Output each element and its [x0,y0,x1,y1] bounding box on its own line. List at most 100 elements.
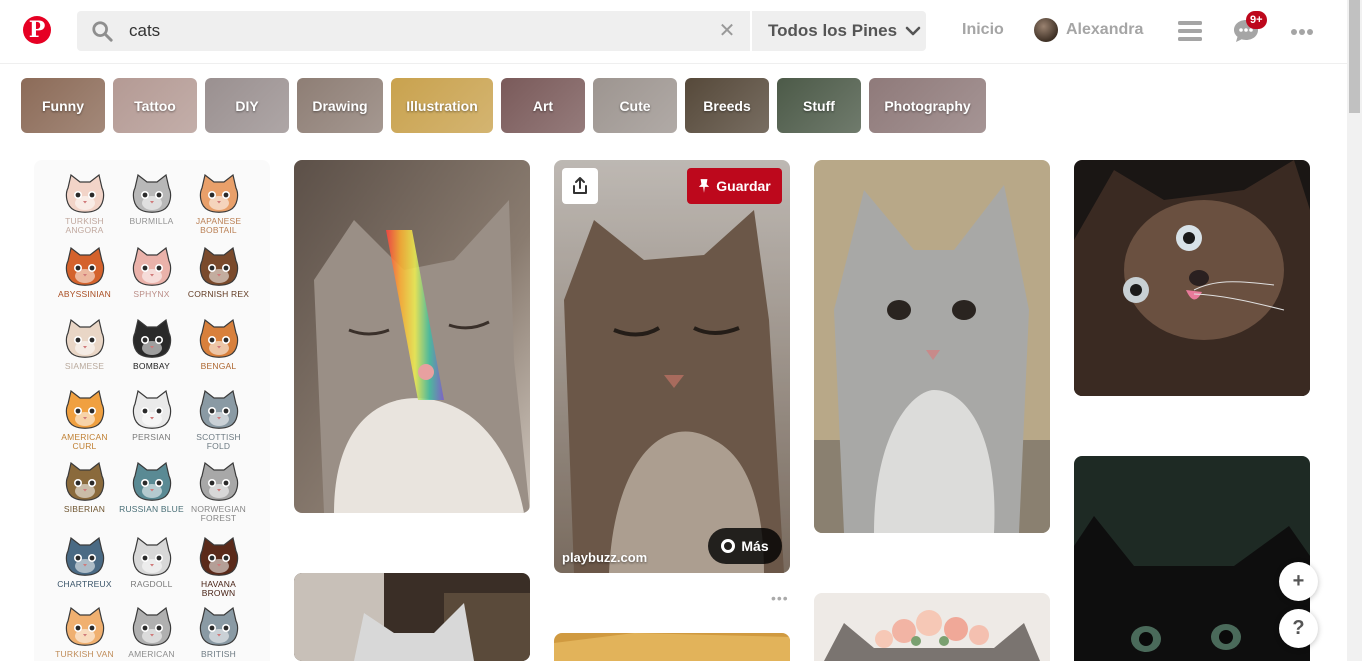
breed-item: Persian [118,390,185,442]
guide-drawing[interactable]: Drawing [297,78,383,133]
cat-photo [1074,456,1310,661]
more-options-icon[interactable] [1290,28,1314,36]
pin-rainbow-cat[interactable] [294,160,530,513]
breed-name: Abyssinian [57,289,112,299]
breed-item: Turkish Angora [51,174,118,235]
breed-name: Scottish Fold [196,432,241,451]
breed-name: Japanese Bobtail [195,216,242,235]
breed-name: Siamese [64,361,105,371]
guide-stuff[interactable]: Stuff [777,78,861,133]
pin-kitten-shelf[interactable] [294,573,530,661]
guide-breeds[interactable]: Breeds [685,78,769,133]
menu-icon[interactable] [1178,20,1202,42]
cat-face-icon [65,462,104,501]
search-scope-dropdown[interactable]: Todos los Pines [768,11,921,51]
breed-name: British [201,649,236,659]
cat-face-icon [199,537,238,576]
breed-item: Bombay [118,319,185,371]
breed-name: Burmilla [129,216,174,226]
breed-item: Havana Brown [185,537,252,598]
pin-tabby-cat[interactable]: Guardar playbuzz.com Más [554,160,790,573]
chevron-down-icon [905,26,921,36]
breed-name: Siberian [63,504,106,514]
guide-diy[interactable]: DIY [205,78,289,133]
cat-face-icon [65,537,104,576]
breed-name: Turkish Van [55,649,114,659]
breed-name: Russian Blue [119,504,184,514]
guide-photography[interactable]: Photography [869,78,986,133]
cat-face-icon [199,174,238,213]
top-navigation-bar: P ✕ Todos los Pines Inicio Alexandra 9+ [0,0,1347,64]
pin-flower-crown-cat[interactable] [814,593,1050,661]
search-scope-label: Todos los Pines [768,21,898,40]
cat-face-icon [199,462,238,501]
search-bar[interactable]: ✕ Todos los Pines [77,11,926,51]
breed-name: Norwegian Forest [190,504,246,523]
cat-photo [554,160,790,573]
avatar [1034,18,1058,42]
breed-item: Cornish Rex [185,247,252,299]
clear-search-icon[interactable]: ✕ [717,21,737,41]
breed-name: Havana Brown [201,579,236,598]
breed-item: Siamese [51,319,118,371]
cat-face-icon [65,247,104,286]
more-button-label: Más [741,538,769,554]
guide-tattoo[interactable]: Tattoo [113,78,197,133]
breed-name: Bengal [200,361,237,371]
pin-grey-kitten[interactable] [814,160,1050,533]
breed-item: Russian Blue [118,462,185,514]
cat-face-icon [65,319,104,358]
breed-item: British [185,607,252,659]
guide-cute[interactable]: Cute [593,78,677,133]
share-button[interactable] [562,168,598,204]
breed-item: Abyssinian [51,247,118,299]
breed-name: Turkish Angora [65,216,104,235]
cat-face-icon [199,390,238,429]
user-name: Alexandra [1066,21,1144,38]
breed-item: Japanese Bobtail [185,174,252,235]
cat-face-icon [132,247,171,286]
pin-cat-breeds-chart[interactable]: Turkish Angora Burmilla Japanese Bobtail… [34,160,270,661]
guide-funny[interactable]: Funny [21,78,105,133]
breed-name: Sphynx [133,289,170,299]
more-button[interactable]: Más [708,528,782,564]
breed-name: Bombay [133,361,170,371]
cat-photo [294,160,530,513]
guide-illustration[interactable]: Illustration [391,78,493,133]
pin-black-cat[interactable] [1074,456,1310,661]
search-icon [92,21,113,42]
scrollbar-thumb[interactable] [1349,0,1360,113]
cat-photo [814,160,1050,533]
cat-face-icon [132,607,171,646]
pin-silly-cat[interactable] [1074,160,1310,396]
breed-item: Bengal [185,319,252,371]
cat-face-icon [132,174,171,213]
cat-face-icon [199,319,238,358]
cat-face-icon [199,247,238,286]
pin-options-icon[interactable]: ••• [771,590,789,606]
save-button[interactable]: Guardar [687,168,782,204]
search-input[interactable] [129,11,729,51]
profile-link[interactable]: Alexandra [1034,18,1143,42]
search-divider [750,11,752,51]
share-icon [573,177,587,194]
save-button-label: Guardar [716,178,771,194]
circle-icon [721,539,736,553]
pinterest-logo-icon[interactable]: P [23,16,51,44]
pin-source-link[interactable]: playbuzz.com [562,550,647,565]
breed-name: Chartreux [57,579,112,589]
pin-orange-photo[interactable] [554,633,790,661]
nav-home-link[interactable]: Inicio [962,21,1004,39]
breed-item: Ragdoll [118,537,185,589]
breed-name: American Curl [61,432,108,451]
guide-art[interactable]: Art [501,78,585,133]
page-scrollbar[interactable] [1347,0,1362,661]
breed-item: Norwegian Forest [185,462,252,523]
help-button[interactable]: ? [1279,609,1318,648]
add-pin-button[interactable]: + [1279,562,1318,601]
cat-photo [294,573,530,661]
breed-item: American Curl [51,390,118,451]
breed-item: American [118,607,185,659]
cat-face-icon [199,607,238,646]
breed-name: Cornish Rex [187,289,250,299]
